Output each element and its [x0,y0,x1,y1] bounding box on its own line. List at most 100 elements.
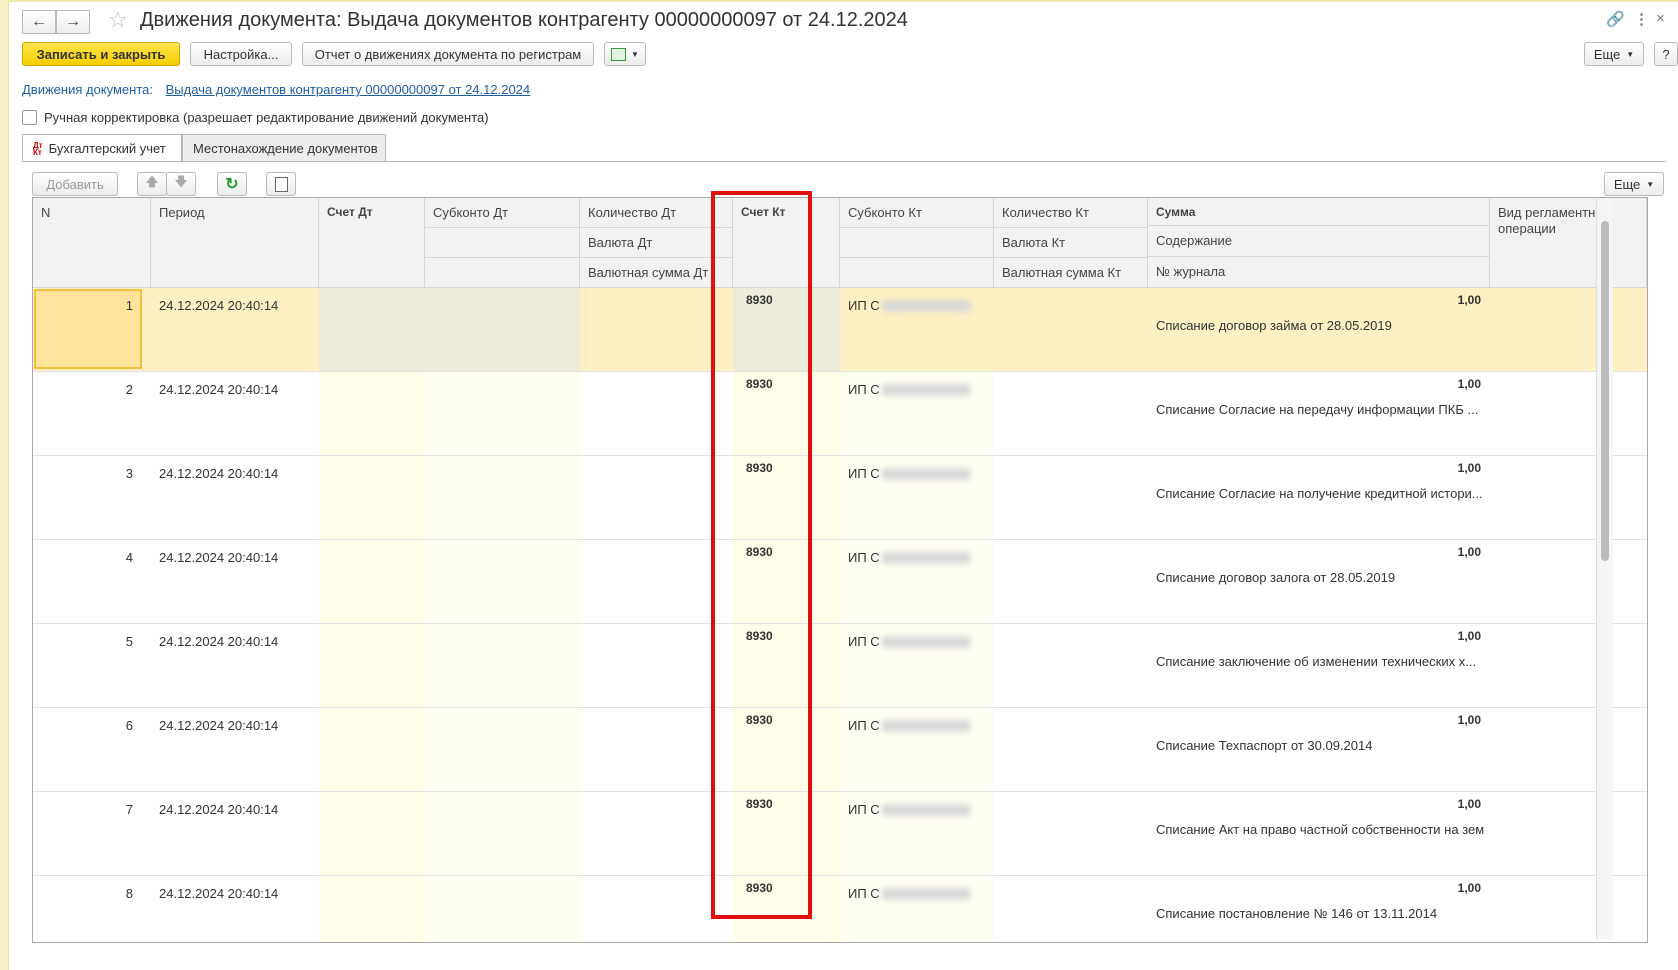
export-dropdown-button[interactable]: ▼ [604,42,646,66]
cell-account-kt: 8930 [746,629,773,643]
move-up-button[interactable]: 🡅 [137,172,167,196]
cell-account-kt: 8930 [746,713,773,727]
add-button[interactable]: Добавить [32,172,118,196]
redacted-text [881,636,971,648]
refresh-button[interactable]: ↻ [217,172,247,196]
table-more-button[interactable]: Еще ▼ [1604,172,1664,196]
cell-account-kt: 8930 [746,797,773,811]
table-more-label: Еще [1613,176,1641,192]
redacted-text [881,384,971,396]
header-period[interactable]: Период [151,198,319,288]
arrow-left-icon: ← [31,13,47,30]
cell-subconto-kt: ИП С [848,550,880,565]
header-subconto-dt-3 [425,258,580,288]
arrow-up-icon: 🡅 [145,174,159,189]
header-account-kt[interactable]: Счет Кт [733,198,840,288]
cell-period: 24.12.2024 20:40:14 [159,802,279,817]
arrow-right-icon: → [65,13,81,30]
cell-content: Списание заключение об изменении техниче… [1156,654,1477,669]
header-subconto-dt[interactable]: Субконто Дт [425,198,580,228]
header-qty-dt[interactable]: Количество Дт [580,198,733,228]
redacted-text [881,888,971,900]
manual-edit-label: Ручная корректировка (разрешает редактир… [44,109,489,125]
cell-subconto-kt: ИП С [848,298,880,313]
close-icon[interactable]: × [1656,10,1665,27]
cell-sum: 1,00 [1457,881,1481,895]
cell-content: Списание договор залога от 28.05.2019 [1156,570,1396,585]
cell-sum: 1,00 [1457,293,1481,307]
header-account-dt[interactable]: Счет Дт [319,198,425,288]
header-cur-sum-kt[interactable]: Валютная сумма Кт [994,258,1148,288]
cell-content: Списание Согласие на передачу информации… [1156,402,1479,417]
cell-account-kt: 8930 [746,881,773,895]
table-row[interactable]: 3 24.12.2024 20:40:14 8930 ИП С 1,00 Списание… [33,456,1647,540]
header-n[interactable]: N [33,198,151,288]
table-row[interactable]: 1 24.12.2024 20:40:14 8930 ИП С 1,00 Списание… [33,288,1647,372]
chevron-down-icon: ▼ [631,49,639,59]
cell-period: 24.12.2024 20:40:14 [159,886,279,901]
vertical-scrollbar[interactable] [1596,199,1613,939]
report-button[interactable]: Отчет о движениях документа по регистрам [302,42,594,66]
tab-location-label: Местонахождение документов [193,140,378,156]
kebab-menu-icon[interactable]: ⋮ [1634,10,1649,28]
header-qty-kt[interactable]: Количество Кт [994,198,1148,228]
table-row[interactable]: 8 24.12.2024 20:40:14 8930 ИП С 1,00 Списание… [33,876,1647,942]
redacted-text [881,720,971,732]
table-row[interactable]: 4 24.12.2024 20:40:14 8930 ИП С 1,00 Списание… [33,540,1647,624]
tab-divider [22,161,1666,162]
manual-edit-checkbox[interactable] [22,109,37,125]
cell-n: 5 [125,634,133,649]
help-button[interactable]: ? [1654,42,1678,66]
chevron-down-icon: ▼ [1626,49,1635,59]
cell-n: 2 [125,382,133,397]
cell-account-kt: 8930 [746,293,773,307]
cell-sum: 1,00 [1457,461,1481,475]
cell-n: 8 [125,886,133,901]
header-subconto-kt-2 [840,228,994,258]
table-export-icon [611,47,627,61]
accounting-dtkt-icon: Дт Кт [33,140,43,157]
forward-button[interactable]: → [56,10,90,34]
output-list-button[interactable] [266,172,296,196]
settings-button[interactable]: Настройка... [190,42,292,66]
move-down-button[interactable]: 🡇 [166,172,196,196]
cell-content: Списание Техпаспорт от 30.09.2014 [1156,738,1373,753]
header-journal[interactable]: № журнала [1148,257,1490,288]
manual-edit-row: Ручная корректировка (разрешает редактир… [22,109,489,125]
entries-table: N Период Счет Дт Субконто Дт Количество … [32,197,1648,943]
more-button[interactable]: Еще ▼ [1584,42,1644,66]
table-row[interactable]: 2 24.12.2024 20:40:14 8930 ИП С 1,00 Списание… [33,372,1647,456]
cell-n: 1 [125,298,133,313]
cell-n: 7 [125,802,133,817]
cell-subconto-kt: ИП С [848,466,880,481]
header-content[interactable]: Содержание [1148,226,1490,257]
favorite-star-icon[interactable]: ☆ [108,7,128,33]
cell-account-kt: 8930 [746,377,773,391]
header-currency-kt[interactable]: Валюта Кт [994,228,1148,258]
selected-row-shade [319,288,580,371]
scrollbar-thumb[interactable] [1601,221,1609,561]
header-subconto-kt[interactable]: Субконто Кт [840,198,994,228]
cell-n: 3 [125,466,133,481]
cell-account-kt: 8930 [746,461,773,475]
output-list-icon [274,176,288,192]
back-button[interactable]: ← [22,10,56,34]
cell-account-kt: 8930 [746,545,773,559]
save-close-button[interactable]: Записать и закрыть [22,42,180,66]
link-icon[interactable]: 🔗 [1606,10,1625,28]
cell-sum: 1,00 [1457,629,1481,643]
table-row[interactable]: 5 24.12.2024 20:40:14 8930 ИП С 1,00 Списание… [33,624,1647,708]
table-row[interactable]: 6 24.12.2024 20:40:14 8930 ИП С 1,00 Списание… [33,708,1647,792]
header-sum[interactable]: Сумма [1148,198,1490,226]
doc-link[interactable]: Выдача документов контрагенту 0000000009… [166,82,531,97]
arrow-down-icon: 🡇 [174,174,188,189]
tab-location[interactable]: Местонахождение документов [182,134,386,161]
header-currency-dt[interactable]: Валюта Дт [580,228,733,258]
header-cur-sum-dt[interactable]: Валютная сумма Дт [580,258,733,288]
refresh-icon: ↻ [225,176,239,193]
cell-period: 24.12.2024 20:40:14 [159,298,279,313]
tab-accounting[interactable]: Дт Кт Бухгалтерский учет [22,134,182,162]
cell-content: Списание постановление № 146 от 13.11.20… [1156,906,1438,921]
table-row[interactable]: 7 24.12.2024 20:40:14 8930 ИП С 1,00 Списание… [33,792,1647,876]
header-op-type[interactable]: Вид регламентной операции [1490,198,1647,288]
